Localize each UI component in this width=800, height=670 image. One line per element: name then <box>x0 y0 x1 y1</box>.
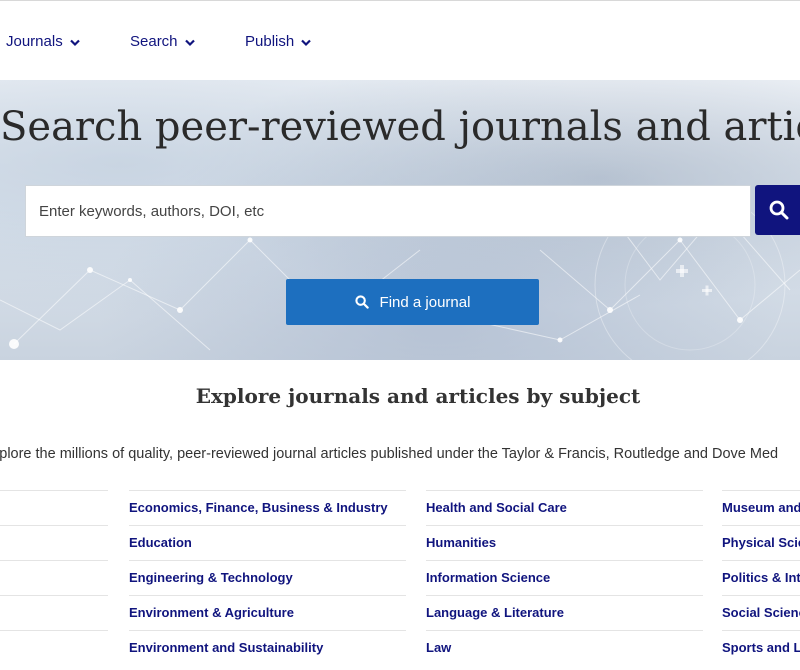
find-journal-label: Find a journal <box>379 293 471 311</box>
subject-link[interactable]: Environment & Agriculture <box>129 595 406 629</box>
subject-link[interactable]: Social Scienc <box>722 595 800 629</box>
subject-link[interactable]: Physical Scien <box>722 525 800 559</box>
subject-column-4: Museum and Physical Scien Politics & Int… <box>722 490 800 664</box>
chevron-down-icon <box>301 39 311 47</box>
subject-link[interactable]: Engineering & Technology <box>129 560 406 594</box>
subject-link[interactable]: Language & Literature <box>426 595 703 629</box>
nav-publish[interactable]: Publish <box>245 33 311 50</box>
chevron-down-icon <box>184 39 195 47</box>
subject-link[interactable]: Politics & Inte <box>722 560 800 594</box>
find-journal-button[interactable]: Find a journal <box>286 279 539 325</box>
subject-link[interactable]: Museum and <box>722 490 800 524</box>
search-icon <box>769 200 789 220</box>
top-nav: Journals Search Publish <box>0 0 800 81</box>
search-input[interactable] <box>26 186 750 236</box>
explore-title: Explore journals and articles by subject <box>195 384 641 408</box>
subject-link[interactable] <box>0 595 108 629</box>
subject-link[interactable]: Health and Social Care <box>426 490 703 524</box>
subject-link[interactable] <box>0 525 108 559</box>
nav-search-label: Search <box>130 33 178 50</box>
subject-link[interactable] <box>0 560 108 594</box>
subject-link[interactable] <box>0 490 108 524</box>
subject-column-3: Health and Social Care Humanities Inform… <box>426 490 703 664</box>
search-box <box>25 185 751 237</box>
subject-link[interactable]: Economics, Finance, Business & Industry <box>129 490 406 524</box>
subject-link[interactable]: Humanities <box>426 525 703 559</box>
nav-journals[interactable]: Journals <box>6 33 80 50</box>
nav-journals-label: Journals <box>6 33 63 50</box>
hero-banner: Search peer-reviewed journals and articl… <box>0 80 800 360</box>
subject-column-1 <box>0 490 108 664</box>
subject-column-2: Economics, Finance, Business & Industry … <box>129 490 406 664</box>
chevron-down-icon <box>69 39 80 47</box>
explore-description: xplore the millions of quality, peer-rev… <box>0 446 779 462</box>
subject-link[interactable]: Environment and Sustainability <box>129 630 406 664</box>
subject-link[interactable]: Information Science <box>426 560 703 594</box>
search-icon <box>354 295 369 309</box>
hero-title: Search peer-reviewed journals and articl… <box>0 104 800 150</box>
subject-link[interactable] <box>0 630 108 664</box>
subject-link[interactable]: Education <box>129 525 406 559</box>
nav-search[interactable]: Search <box>130 33 195 50</box>
subject-link[interactable]: Law <box>426 630 703 664</box>
subject-link[interactable]: Sports and Le <box>722 630 800 664</box>
search-button[interactable] <box>755 185 800 235</box>
nav-publish-label: Publish <box>245 33 295 50</box>
